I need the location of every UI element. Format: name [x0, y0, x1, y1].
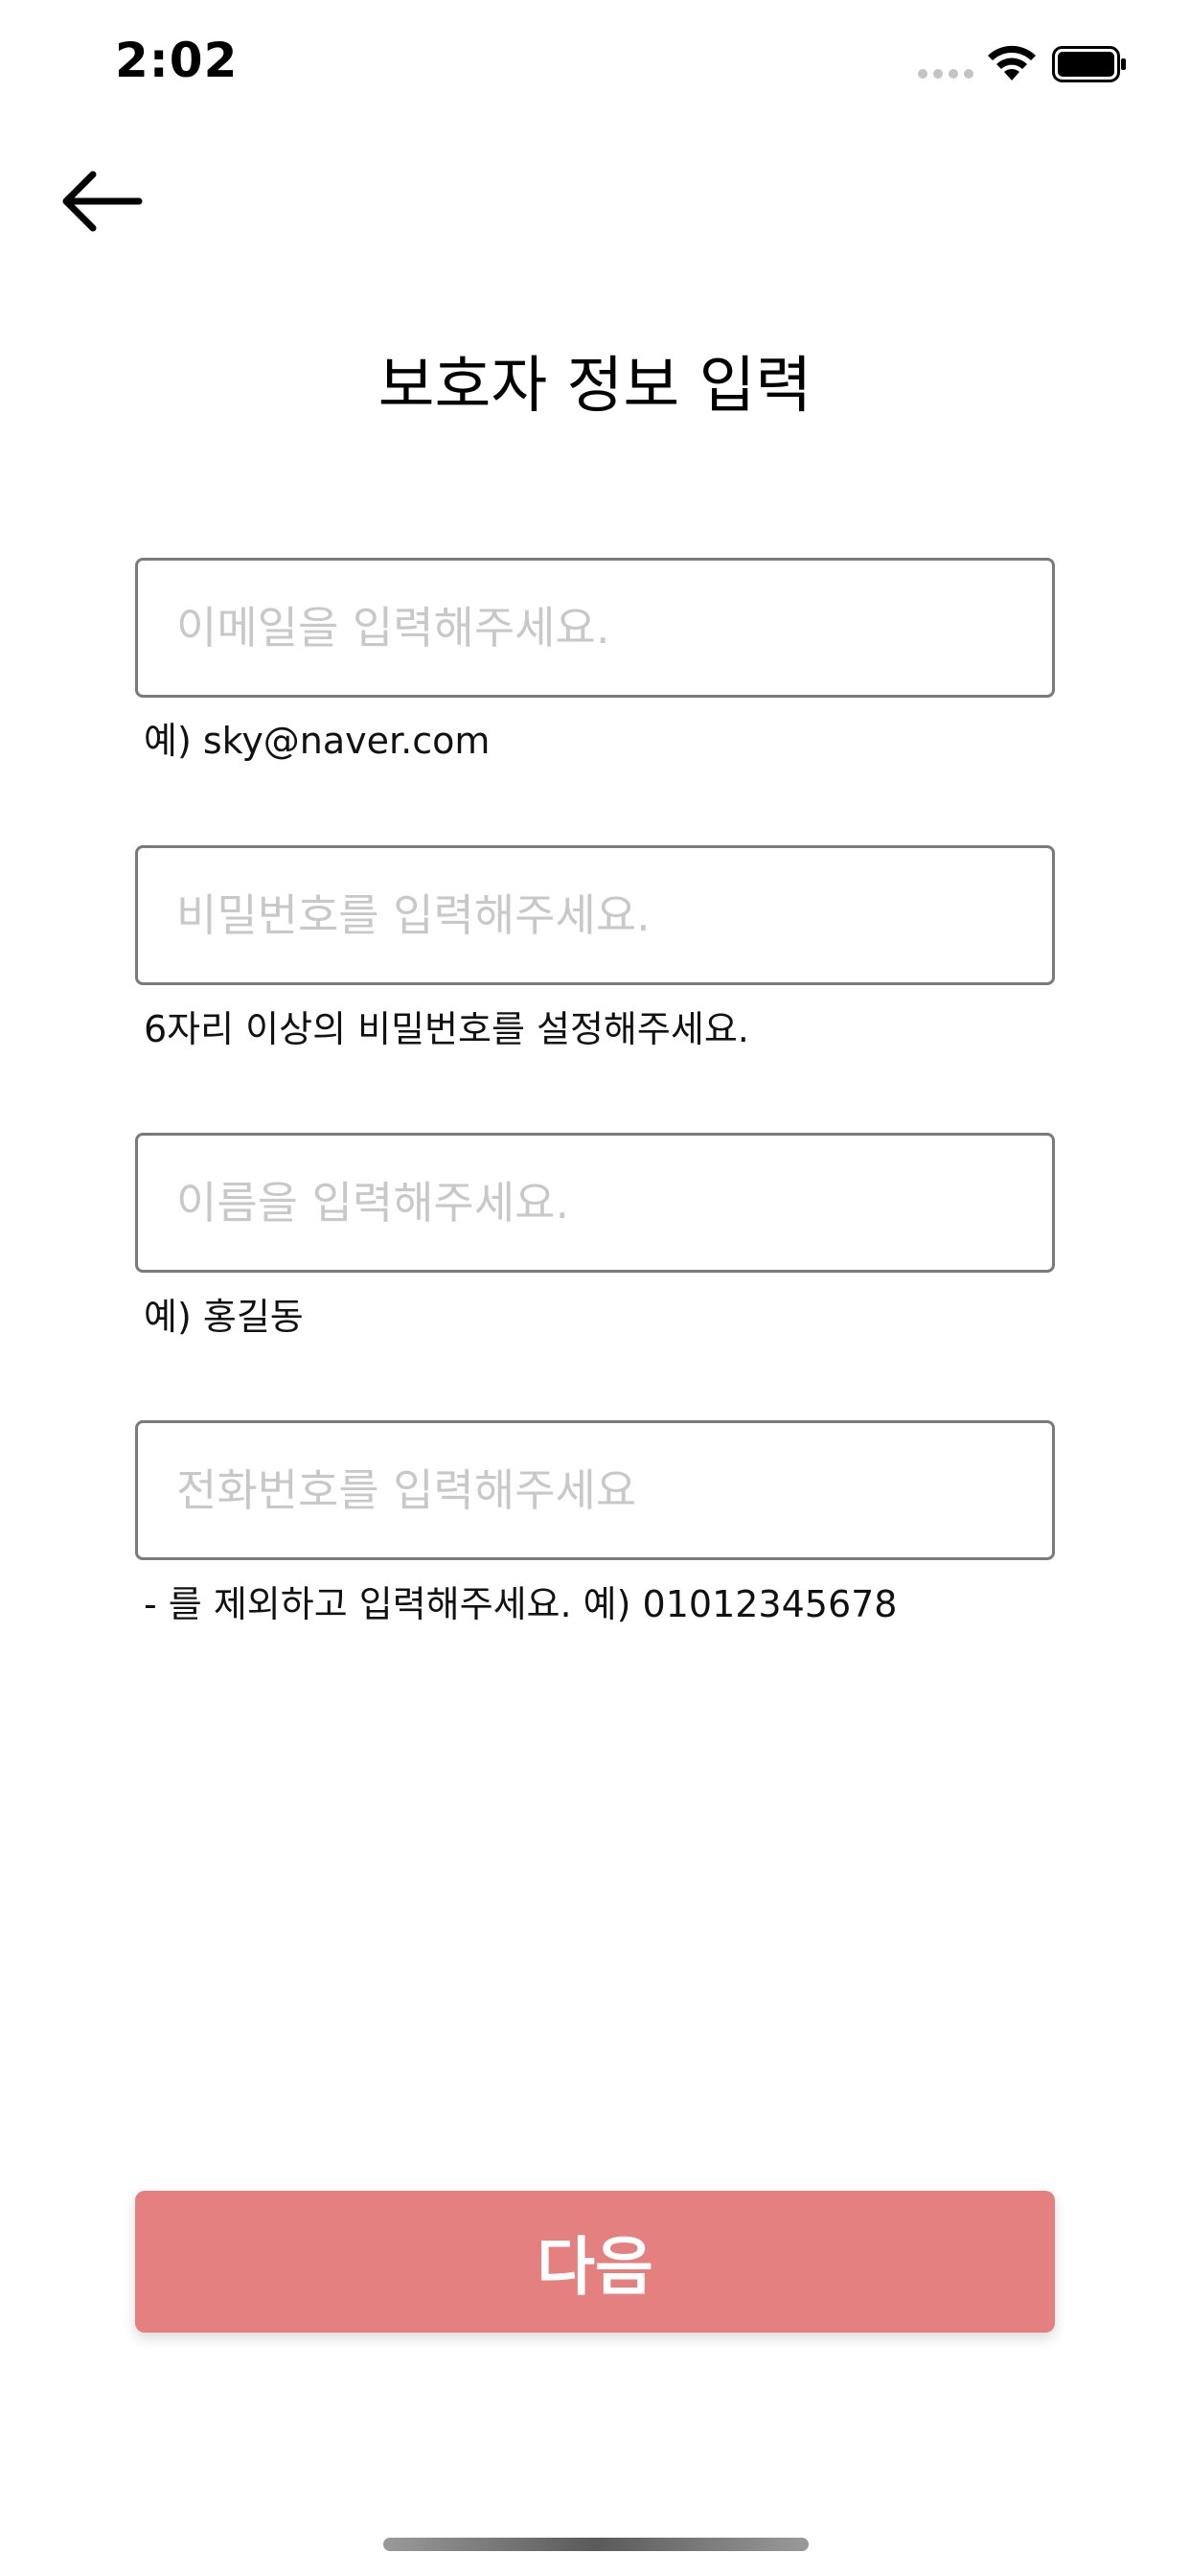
status-time: 2:02	[115, 33, 239, 88]
arrow-left-icon	[62, 171, 143, 232]
battery-icon	[1052, 46, 1126, 82]
status-bar: 2:02	[0, 0, 1190, 134]
next-button[interactable]: 다음	[135, 2191, 1055, 2333]
phone-hint: - 를 제외하고 입력해주세요. 예) 01012345678	[144, 1583, 898, 1625]
page-title: 보호자 정보 입력	[378, 350, 812, 422]
email-hint: 예) sky@naver.com	[144, 720, 491, 762]
cellular-signal-icon	[918, 69, 973, 79]
email-input[interactable]	[135, 558, 1055, 698]
name-input[interactable]	[135, 1133, 1055, 1273]
phone-input[interactable]	[135, 1420, 1055, 1560]
wifi-icon	[988, 45, 1036, 80]
home-indicator	[383, 2538, 809, 2551]
back-button[interactable]	[54, 153, 149, 249]
name-hint: 예) 홍길동	[144, 1296, 304, 1338]
password-input[interactable]	[135, 845, 1055, 985]
password-hint: 6자리 이상의 비밀번호를 설정해주세요.	[144, 1008, 749, 1050]
